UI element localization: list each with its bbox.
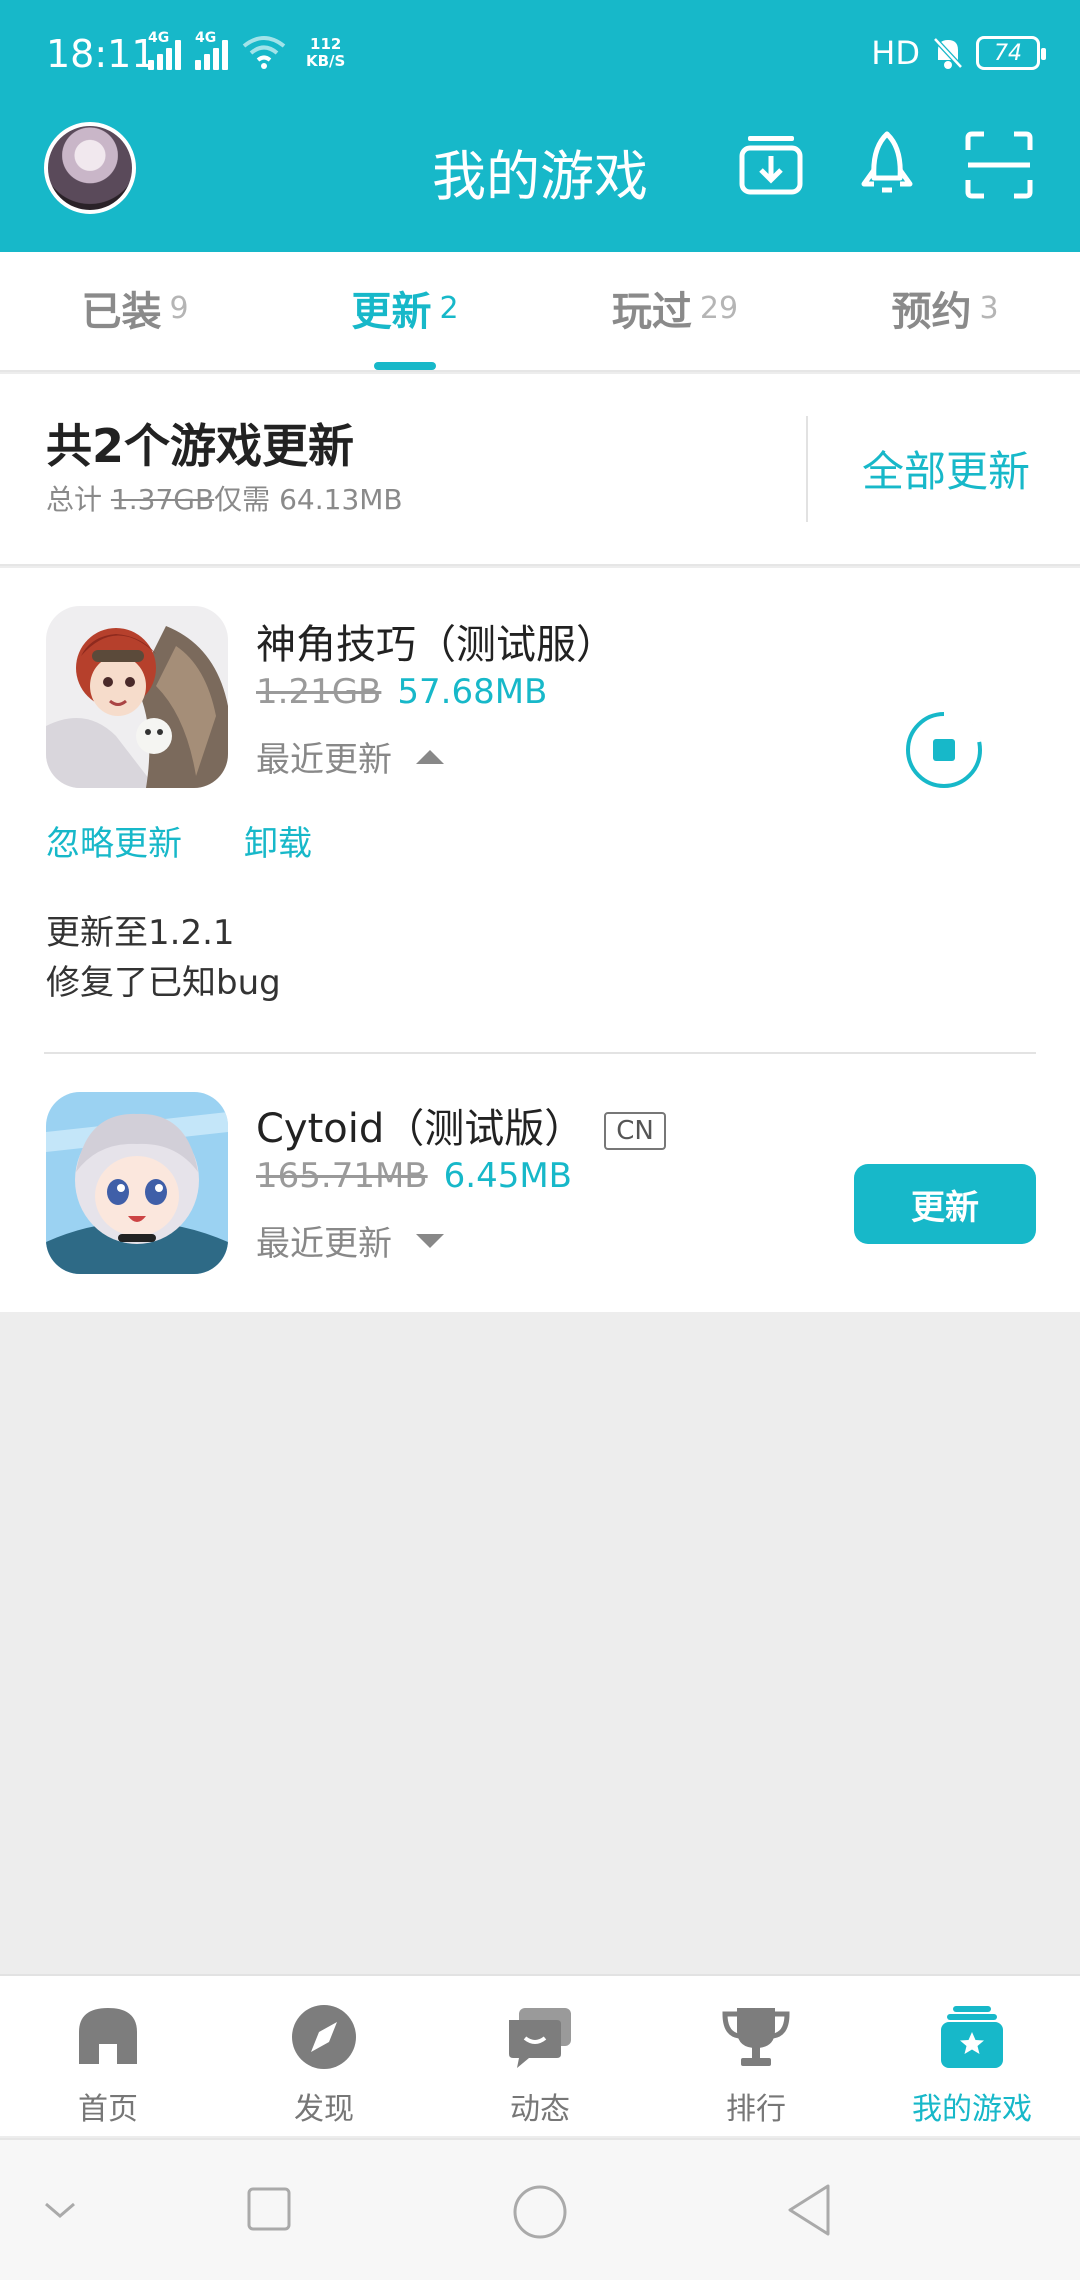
- nav-ranking[interactable]: 排行: [648, 1976, 864, 2136]
- nav-feed[interactable]: 动态: [432, 1976, 648, 2136]
- cellular-signal-icon: 4G: [195, 30, 228, 70]
- summary-title: 共2个游戏更新: [46, 419, 355, 473]
- game-name: Cytoid（测试版） CN: [256, 1096, 666, 1154]
- wifi-icon: [242, 36, 286, 69]
- recent-update-toggle[interactable]: 最近更新: [256, 732, 444, 781]
- tab-reserved[interactable]: 预约 3: [810, 252, 1080, 370]
- game-actions: 忽略更新 卸载: [46, 816, 312, 865]
- old-size: 1.21GB: [256, 672, 382, 712]
- user-avatar[interactable]: [44, 122, 136, 214]
- hd-indicator: HD: [871, 34, 920, 72]
- update-all-button[interactable]: 全部更新: [862, 438, 1030, 499]
- game-size: 165.71MB 6.45MB: [256, 1156, 572, 1196]
- scan-icon[interactable]: [964, 130, 1034, 200]
- tab-bar: 已装 9 更新 2 玩过 29 预约 3: [0, 252, 1080, 372]
- game-update-list: 神角技巧（测试服） 1.21GB 57.68MB 最近更新 忽略更新 卸载 更新至…: [0, 568, 1080, 1312]
- expand-arrow-icon: [416, 1233, 444, 1248]
- my-games-icon: [941, 2006, 1003, 2068]
- update-button[interactable]: 更新: [854, 1164, 1036, 1244]
- nav-home[interactable]: 首页: [0, 1976, 216, 2136]
- recent-apps-icon[interactable]: [246, 2186, 292, 2232]
- active-tab-indicator: [374, 362, 436, 370]
- bottom-nav: 首页 发现 动态 排行 我的游戏: [0, 1974, 1080, 2136]
- recent-update-toggle[interactable]: 最近更新: [256, 1216, 444, 1265]
- changelog: 更新至1.2.1 修复了已知bug: [46, 913, 281, 1003]
- tab-installed[interactable]: 已装 9: [0, 252, 270, 370]
- network-speed: 112 KB/S: [306, 35, 346, 70]
- app-header: 18:11 4G 4G 112 KB/S HD 74 我的游戏: [0, 0, 1080, 252]
- status-bar: 18:11 4G 4G 112 KB/S HD 74: [0, 0, 1080, 108]
- tab-updates[interactable]: 更新 2: [270, 252, 540, 370]
- total-new-size: 64.13MB: [279, 483, 403, 516]
- home-button-icon[interactable]: [512, 2184, 568, 2240]
- chat-icon: [509, 2008, 571, 2068]
- cellular-signal-icon: 4G: [148, 30, 181, 70]
- summary-size: 总计 1.37GB仅需 64.13MB: [46, 483, 403, 516]
- home-icon: [79, 2008, 137, 2064]
- new-size: 6.45MB: [443, 1156, 573, 1196]
- summary-divider: [806, 416, 808, 522]
- uninstall-link[interactable]: 卸载: [244, 816, 312, 865]
- list-item: Cytoid（测试版） CN 165.71MB 6.45MB 最近更新 更新: [0, 1054, 1080, 1312]
- collapse-arrow-icon: [416, 749, 444, 764]
- nav-discover[interactable]: 发现: [216, 1976, 432, 2136]
- list-item: 神角技巧（测试服） 1.21GB 57.68MB 最近更新 忽略更新 卸载 更新至…: [0, 568, 1080, 1098]
- nav-my-games[interactable]: 我的游戏: [864, 1976, 1080, 2136]
- system-navigation-bar: [0, 2138, 1080, 2280]
- status-right: HD 74: [871, 34, 1046, 72]
- compass-icon: [292, 2005, 356, 2069]
- trophy-icon: [722, 2008, 790, 2066]
- old-size: 165.71MB: [256, 1156, 428, 1196]
- mute-icon: [933, 37, 963, 69]
- game-icon[interactable]: [46, 1092, 228, 1274]
- rocket-icon[interactable]: [852, 130, 922, 200]
- game-size: 1.21GB 57.68MB: [256, 672, 547, 712]
- status-indicators: 4G 4G 112 KB/S: [148, 30, 346, 70]
- back-icon[interactable]: [784, 2182, 834, 2238]
- update-summary: 共2个游戏更新 总计 1.37GB仅需 64.13MB 全部更新: [0, 374, 1080, 566]
- download-progress-button[interactable]: [904, 710, 984, 790]
- download-manager-icon[interactable]: [736, 130, 806, 200]
- tab-played[interactable]: 玩过 29: [540, 252, 810, 370]
- total-old-size: 1.37GB: [110, 483, 215, 516]
- region-tag: CN: [604, 1112, 666, 1150]
- battery-icon: 74: [976, 36, 1046, 70]
- ignore-update-link[interactable]: 忽略更新: [46, 816, 182, 865]
- game-name: 神角技巧（测试服）: [256, 622, 616, 668]
- status-time: 18:11: [46, 32, 156, 76]
- game-icon[interactable]: [46, 606, 228, 788]
- new-size: 57.68MB: [397, 672, 548, 712]
- hide-nav-icon[interactable]: [42, 2198, 78, 2222]
